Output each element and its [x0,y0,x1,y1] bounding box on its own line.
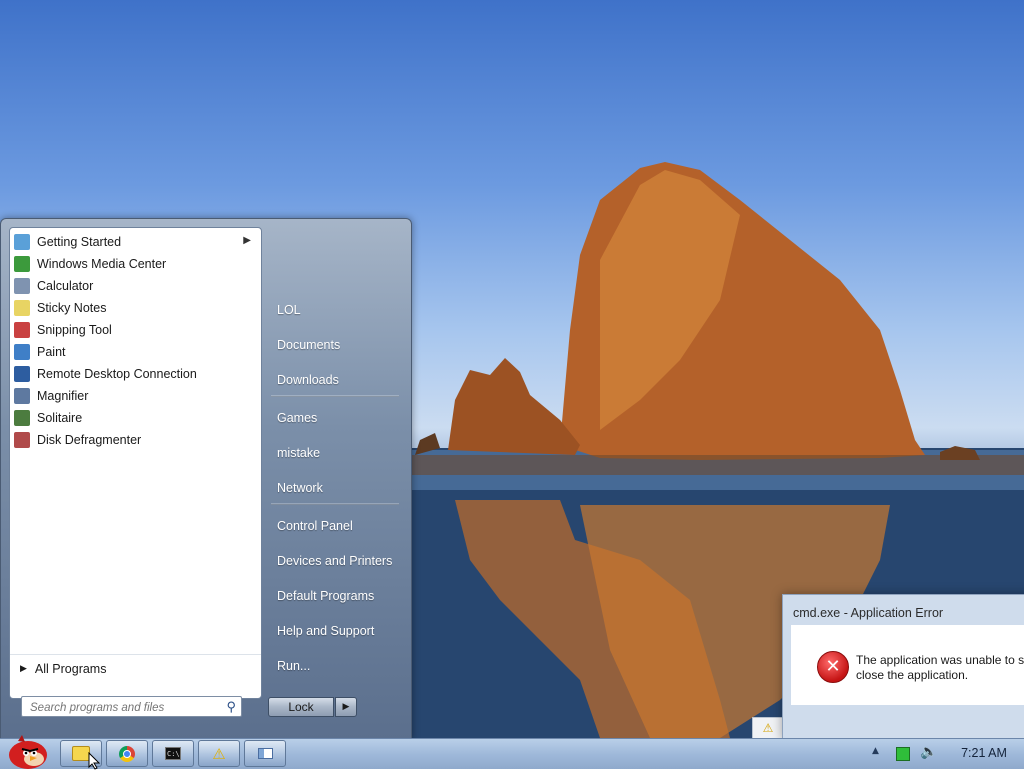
start-button-angry-bird-icon[interactable] [4,733,48,769]
taskbar: C:\ ⚠ ▲ 🔈 7:21 AM [0,735,1024,769]
magnifier-icon [14,388,30,404]
getting-started-icon [14,234,30,250]
all-programs-label: All Programs [34,661,107,676]
disk-defragmenter-icon [14,432,30,448]
error-dialog: cmd.exe - Application Error ✕ The applic… [782,594,1024,740]
program-item-label: Snipping Tool [37,323,112,337]
program-item[interactable]: Sticky Notes [10,297,261,319]
snipping-tool-icon [14,322,30,338]
warning-icon: ⚠ [212,744,226,763]
right-pane-item[interactable]: Documents [267,333,409,357]
search-input[interactable] [28,698,222,717]
program-item-label: Solitaire [37,411,83,425]
error-message: The application was unable to st close t… [856,653,1024,683]
taskbar-warning-button[interactable]: ⚠ [198,740,240,767]
right-pane-item[interactable]: Devices and Printers [267,549,409,573]
program-item[interactable]: Snipping Tool [10,319,261,341]
submenu-arrow-icon[interactable]: ▶ [243,235,251,246]
program-item-label: Sticky Notes [37,301,107,315]
error-message-line2: close the application. [856,668,969,682]
system-tray: ▲ 🔈 7:21 AM [864,739,1024,769]
taskbar-chrome-button[interactable] [106,740,148,767]
start-menu: Getting Started ▶ Windows Media Center Calc… [0,218,412,740]
program-item-label: Remote Desktop Connection [37,367,197,381]
right-pane-item[interactable]: Run... [267,654,409,678]
program-list: Getting Started ▶ Windows Media Center Calc… [10,231,261,451]
background-warning-window[interactable]: ⚠ [752,717,784,740]
triangle-right-icon: ▶ [20,663,27,673]
right-pane-item[interactable]: Games [267,406,409,430]
taskbar-cmd-button[interactable]: C:\ [152,740,194,767]
media-center-icon [14,256,30,272]
right-pane-separator [271,503,399,505]
right-pane-item[interactable]: mistake [267,441,409,465]
program-item[interactable]: Solitaire [10,407,261,429]
program-item[interactable]: Magnifier [10,385,261,407]
programs-pane: Getting Started ▶ Windows Media Center Calc… [9,227,262,699]
sticky-notes-icon [14,300,30,316]
program-item[interactable]: Paint [10,341,261,363]
volume-icon[interactable]: 🔈 [920,744,937,760]
program-item-label: Calculator [37,279,94,293]
right-pane-item[interactable]: Downloads [267,368,409,392]
program-item[interactable]: Calculator [10,275,261,297]
lock-button[interactable]: Lock [268,697,334,717]
program-item[interactable]: Windows Media Center [10,253,261,275]
all-programs-button[interactable]: ▶ All Programs [10,654,261,682]
program-item-label: Paint [37,345,66,359]
error-icon: ✕ [817,651,849,683]
right-pane-item[interactable]: LOL [267,298,409,322]
clock[interactable]: 7:21 AM [948,746,1020,760]
program-item-label: Getting Started [37,235,122,249]
right-pane-item[interactable]: Control Panel [267,514,409,538]
right-pane-separator [271,395,399,397]
program-item-label: Disk Defragmenter [37,433,142,447]
taskbar-window-button[interactable] [244,740,286,767]
program-item-label: Windows Media Center [37,257,167,271]
solitaire-icon [14,410,30,426]
search-box[interactable]: ⚲ [21,696,242,717]
cmd-icon: C:\ [165,747,181,760]
search-icon[interactable]: ⚲ [226,699,236,715]
right-pane-item[interactable]: Network [267,476,409,500]
network-icon[interactable] [896,747,910,761]
program-item[interactable]: Remote Desktop Connection [10,363,261,385]
window-icon [257,748,273,759]
paint-icon [14,344,30,360]
chrome-icon [119,745,135,762]
program-item[interactable]: Getting Started ▶ [10,231,261,253]
calculator-icon [14,278,30,294]
error-dialog-body: ✕ The application was unable to st close… [791,625,1024,705]
show-hidden-icons-icon[interactable]: ▲ [872,746,879,756]
power-options-arrow-button[interactable]: ▶ [335,697,357,717]
error-message-line1: The application was unable to st [856,653,1024,667]
remote-desktop-icon [14,366,30,382]
program-item[interactable]: Disk Defragmenter [10,429,261,451]
program-item-label: Magnifier [37,389,89,403]
right-pane-item[interactable]: Default Programs [267,584,409,608]
error-dialog-title: cmd.exe - Application Error [793,606,944,620]
right-pane-item[interactable]: Help and Support [267,619,409,643]
mouse-cursor-icon [88,752,101,770]
